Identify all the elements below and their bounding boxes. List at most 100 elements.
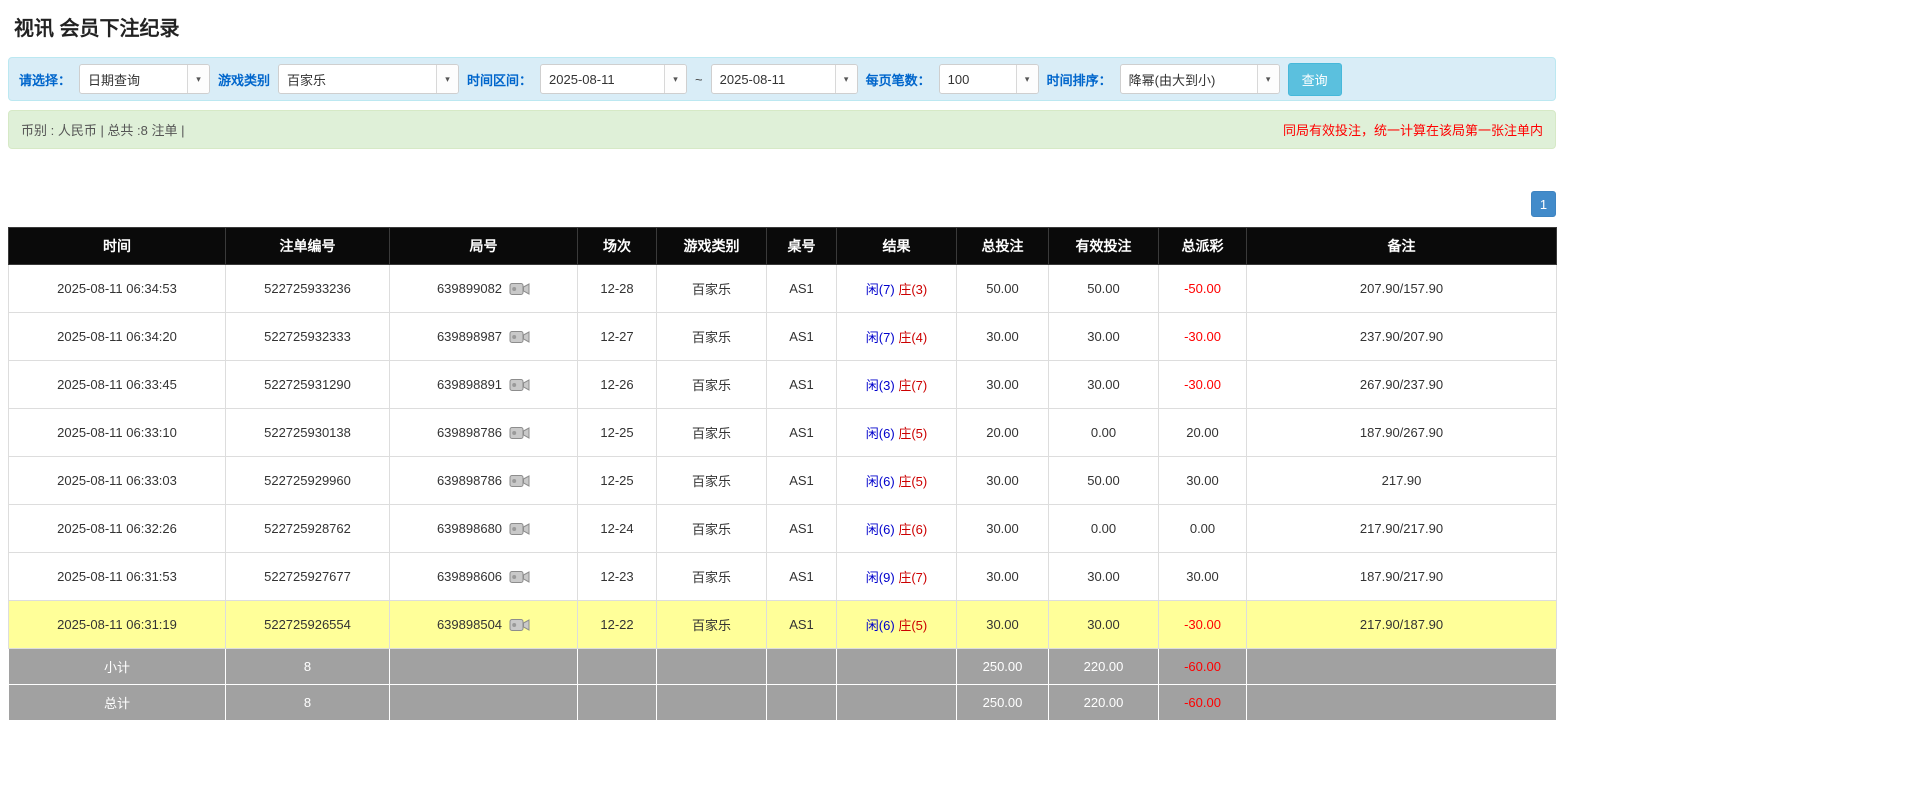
cell-result: 闲(7) 庄(4) — [837, 313, 957, 361]
result-player: 闲(3) — [866, 378, 895, 393]
cell-total-bet-link[interactable]: 30.00 — [957, 553, 1049, 601]
cell-payout: 0.00 — [1159, 505, 1247, 553]
cell-round: 639899082 — [390, 265, 578, 313]
cell-payout: -30.00 — [1159, 361, 1247, 409]
cell-total-bet-link[interactable]: 30.00 — [957, 361, 1049, 409]
cell-valid-bet: 30.00 — [1049, 553, 1159, 601]
range-separator: ~ — [695, 72, 703, 87]
video-replay-icon[interactable] — [509, 425, 530, 441]
cell-bet-id: 522725933236 — [226, 265, 390, 313]
select-label: 请选择： — [19, 70, 71, 89]
column-header-remark: 备注 — [1247, 228, 1557, 265]
result-banker: 庄(7) — [898, 570, 927, 585]
game-type-combobox[interactable]: 百家乐 ▾ — [278, 64, 459, 94]
round-id: 639898987 — [437, 329, 502, 344]
cell-table-no: AS1 — [767, 601, 837, 649]
subtotal-count: 8 — [226, 649, 390, 685]
chevron-down-icon[interactable]: ▾ — [835, 65, 857, 93]
cell-time: 2025-08-11 06:31:53 — [9, 553, 226, 601]
table-row: 2025-08-11 06:33:03 522725929960 6398987… — [9, 457, 1557, 505]
video-replay-icon[interactable] — [509, 617, 530, 633]
chevron-down-icon[interactable]: ▾ — [436, 65, 458, 93]
page-button-1[interactable]: 1 — [1531, 191, 1556, 217]
result-player: 闲(7) — [866, 282, 895, 297]
summary-note: 同局有效投注，统一计算在该局第一张注单内 — [1283, 120, 1543, 139]
column-header-bet-id: 注单编号 — [226, 228, 390, 265]
cell-total-bet-link[interactable]: 30.00 — [957, 505, 1049, 553]
cell-table-no: AS1 — [767, 457, 837, 505]
result-player: 闲(6) — [866, 618, 895, 633]
page-size-combobox[interactable]: 100 ▾ — [939, 64, 1039, 94]
cell-total-bet-link[interactable]: 20.00 — [957, 409, 1049, 457]
column-header-valid-bet: 有效投注 — [1049, 228, 1159, 265]
video-replay-icon[interactable] — [509, 569, 530, 585]
table-row: 2025-08-11 06:31:53 522725927677 6398986… — [9, 553, 1557, 601]
page-size-value: 100 — [940, 65, 1016, 93]
chevron-down-icon[interactable]: ▾ — [1257, 65, 1279, 93]
result-player: 闲(9) — [866, 570, 895, 585]
round-id: 639898606 — [437, 569, 502, 584]
cell-session: 12-25 — [578, 457, 657, 505]
page-size-label: 每页笔数： — [866, 70, 931, 89]
cell-time: 2025-08-11 06:33:45 — [9, 361, 226, 409]
grand-total-payout: -60.00 — [1159, 685, 1247, 721]
cell-table-no: AS1 — [767, 553, 837, 601]
video-replay-icon[interactable] — [509, 329, 530, 345]
cell-result: 闲(9) 庄(7) — [837, 553, 957, 601]
round-id: 639898786 — [437, 425, 502, 440]
cell-remark: 187.90/267.90 — [1247, 409, 1557, 457]
column-header-round: 局号 — [390, 228, 578, 265]
page: 视讯 会员下注纪录 请选择： 日期查询 ▾ 游戏类别 百家乐 ▾ 时间区间： 2… — [0, 0, 1560, 729]
cell-payout: 30.00 — [1159, 457, 1247, 505]
subtotal-label: 小计 — [9, 649, 226, 685]
chevron-down-icon[interactable]: ▾ — [1016, 65, 1038, 93]
video-replay-icon[interactable] — [509, 473, 530, 489]
cell-table-no: AS1 — [767, 313, 837, 361]
cell-bet-id: 522725932333 — [226, 313, 390, 361]
cell-result: 闲(6) 庄(6) — [837, 505, 957, 553]
cell-total-bet-link[interactable]: 30.00 — [957, 457, 1049, 505]
cell-session: 12-25 — [578, 409, 657, 457]
video-replay-icon[interactable] — [509, 377, 530, 393]
cell-total-bet-link[interactable]: 30.00 — [957, 601, 1049, 649]
summary-currency-count: 币别 : 人民币 | 总共 :8 注单 | — [21, 120, 185, 139]
subtotal-valid-bet: 220.00 — [1049, 649, 1159, 685]
page-title: 视讯 会员下注纪录 — [8, 8, 1552, 57]
cell-remark: 217.90/217.90 — [1247, 505, 1557, 553]
query-type-combobox[interactable]: 日期查询 ▾ — [79, 64, 210, 94]
column-header-total-bet: 总投注 — [957, 228, 1049, 265]
round-id: 639898680 — [437, 521, 502, 536]
summary-bar: 币别 : 人民币 | 总共 :8 注单 | 同局有效投注，统一计算在该局第一张注… — [8, 110, 1556, 149]
search-button[interactable]: 查询 — [1288, 63, 1342, 96]
grand-total-label: 总计 — [9, 685, 226, 721]
column-header-game: 游戏类别 — [657, 228, 767, 265]
cell-session: 12-28 — [578, 265, 657, 313]
cell-total-bet-link[interactable]: 50.00 — [957, 265, 1049, 313]
video-replay-icon[interactable] — [509, 521, 530, 537]
cell-valid-bet: 0.00 — [1049, 505, 1159, 553]
cell-round: 639898606 — [390, 553, 578, 601]
table-row: 2025-08-11 06:31:19 522725926554 6398985… — [9, 601, 1557, 649]
cell-table-no: AS1 — [767, 409, 837, 457]
cell-remark: 217.90 — [1247, 457, 1557, 505]
cell-total-bet-link[interactable]: 30.00 — [957, 313, 1049, 361]
cell-game-type: 百家乐 — [657, 265, 767, 313]
video-replay-icon[interactable] — [509, 281, 530, 297]
date-from-picker[interactable]: 2025-08-11 ▾ — [540, 64, 687, 94]
result-banker: 庄(3) — [898, 282, 927, 297]
cell-round: 639898680 — [390, 505, 578, 553]
grand-total-total-bet: 250.00 — [957, 685, 1049, 721]
game-type-label: 游戏类别 — [218, 70, 270, 89]
cell-result: 闲(7) 庄(3) — [837, 265, 957, 313]
time-range-label: 时间区间： — [467, 70, 532, 89]
sort-combobox[interactable]: 降幂(由大到小) ▾ — [1120, 64, 1280, 94]
chevron-down-icon[interactable]: ▾ — [187, 65, 209, 93]
cell-payout: 30.00 — [1159, 553, 1247, 601]
date-to-picker[interactable]: 2025-08-11 ▾ — [711, 64, 858, 94]
cell-time: 2025-08-11 06:34:53 — [9, 265, 226, 313]
subtotal-row: 小计 8 250.00 220.00 -60.00 — [9, 649, 1557, 685]
chevron-down-icon[interactable]: ▾ — [664, 65, 686, 93]
result-banker: 庄(5) — [898, 474, 927, 489]
filter-bar: 请选择： 日期查询 ▾ 游戏类别 百家乐 ▾ 时间区间： 2025-08-11 … — [8, 57, 1556, 101]
subtotal-payout: -60.00 — [1159, 649, 1247, 685]
